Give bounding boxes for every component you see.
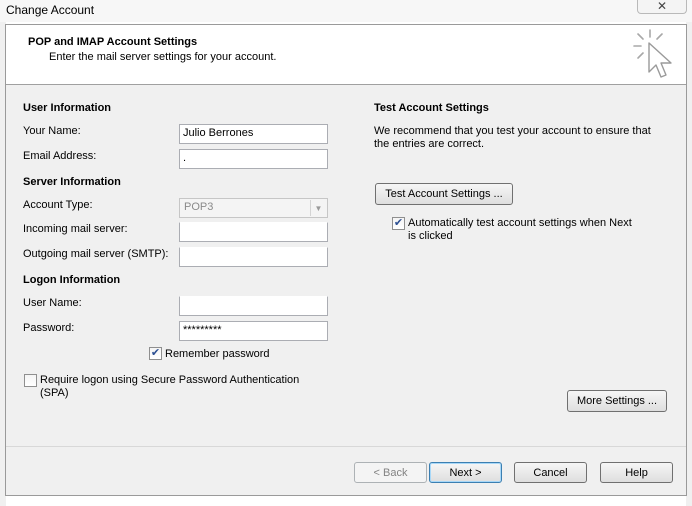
password-input[interactable]: ********* (179, 321, 328, 341)
page-title: POP and IMAP Account Settings (28, 36, 198, 48)
user-information-heading: User Information (23, 102, 112, 114)
user-name-label: User Name: (23, 297, 82, 309)
email-address-label: Email Address: (23, 150, 97, 162)
chevron-down-icon: ▼ (310, 200, 326, 216)
close-icon: ✕ (656, 0, 668, 13)
server-information-heading: Server Information (23, 176, 121, 188)
email-address-input[interactable]: . (179, 149, 328, 169)
page-subtitle: Enter the mail server settings for your … (49, 51, 277, 63)
account-type-label: Account Type: (23, 199, 93, 211)
footer-divider (6, 446, 686, 447)
help-button[interactable]: Help (600, 462, 673, 483)
check-icon: ✔ (150, 347, 161, 359)
more-settings-button[interactable]: More Settings ... (567, 390, 667, 412)
close-button[interactable]: ✕ (637, 0, 687, 14)
incoming-server-input[interactable] (179, 222, 328, 242)
auto-test-label-line1: Automatically test account settings when… (408, 217, 632, 229)
window-title: Change Account (6, 3, 95, 17)
next-button[interactable]: Next > (429, 462, 502, 483)
outgoing-server-input[interactable] (179, 247, 328, 267)
logon-information-heading: Logon Information (23, 274, 121, 286)
check-icon: ✔ (393, 217, 404, 229)
remember-password-checkbox[interactable]: ✔ (149, 347, 162, 360)
account-type-value: POP3 (184, 201, 214, 213)
remember-password-label: Remember password (165, 348, 270, 360)
account-type-select: POP3 ▼ (179, 198, 328, 218)
title-bar (0, 0, 692, 22)
dialog-body (5, 24, 687, 496)
outgoing-server-label: Outgoing mail server (SMTP): (23, 248, 169, 260)
test-description-line1: We recommend that you test your account … (374, 125, 651, 137)
cursor-click-icon (633, 29, 672, 78)
auto-test-label-line2: is clicked (408, 230, 453, 242)
test-settings-heading: Test Account Settings (374, 102, 489, 114)
password-label: Password: (23, 322, 75, 334)
back-button[interactable]: < Back (354, 462, 427, 483)
auto-test-checkbox[interactable]: ✔ (392, 217, 405, 230)
your-name-label: Your Name: (23, 125, 81, 137)
test-description-line2: the entries are correct. (374, 138, 485, 150)
user-name-input[interactable] (179, 296, 328, 316)
spa-checkbox[interactable] (24, 374, 37, 387)
cancel-button[interactable]: Cancel (514, 462, 587, 483)
your-name-input[interactable]: Julio Berrones (179, 124, 328, 144)
spa-label-line2: (SPA) (40, 387, 69, 399)
incoming-server-label: Incoming mail server: (23, 223, 128, 235)
test-account-settings-button[interactable]: Test Account Settings ... (375, 183, 513, 205)
spa-label-line1: Require logon using Secure Password Auth… (40, 374, 300, 386)
